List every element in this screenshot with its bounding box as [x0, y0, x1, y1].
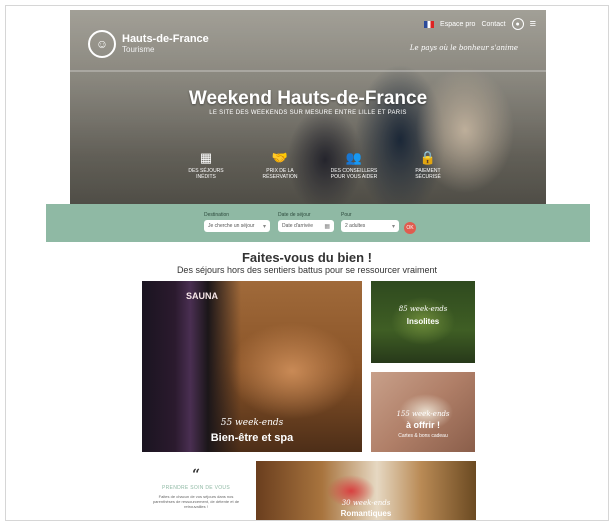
date-input[interactable]: Date d'arrivée ▦ — [278, 220, 334, 232]
section-title: Faites-vous du bien ! — [241, 250, 372, 265]
card-count: 155 week-ends — [396, 410, 450, 418]
feature-item: 🔒 PAIEMENT SÉCURISÉ — [402, 150, 454, 180]
brand-name: Hauts-de-France — [122, 33, 209, 45]
page-frame: ☺ Hauts-de-France Tourisme Espace pro Co… — [5, 5, 609, 521]
card-title: Romantiques — [340, 509, 392, 518]
advisors-icon: 👥 — [345, 150, 363, 165]
quote-text: Faites de chacun de vos séjours dans nos… — [152, 494, 240, 509]
feature-item: ▦ DES SÉJOURS INÉDITS — [180, 150, 232, 180]
card-title: à offrir ! — [405, 420, 440, 430]
section-subtitle: Des séjours hors des sentiers battus pou… — [176, 265, 438, 275]
card-count: 85 week-ends — [398, 305, 448, 313]
search-bar: Destination Je cherche un séjour ▾ Date d… — [46, 204, 590, 242]
feature-item: 👥 DES CONSEILLERS POUR VOUS AIDER — [328, 150, 380, 180]
hero-banner: ☺ Hauts-de-France Tourisme Espace pro Co… — [70, 10, 546, 206]
calendar-icon: ▦ — [199, 150, 213, 165]
card-insolites[interactable]: 85 week-ends Insolites — [371, 281, 475, 363]
card-title: Bien-être et spa — [210, 432, 294, 444]
hero-features: ▦ DES SÉJOURS INÉDITS 🤝 PRIX DE LA RÉSER… — [180, 150, 454, 180]
hero-title: Weekend Hauts-de-France — [188, 88, 428, 109]
chevron-down-icon: ▾ — [262, 223, 266, 230]
hero-subtitle: LE SITE DES WEEKENDS SUR MESURE ENTRE LI… — [209, 110, 407, 116]
menu-icon[interactable]: ≡ — [530, 18, 536, 30]
logo-icon: ☺ — [88, 30, 116, 58]
flag-icon[interactable] — [424, 20, 435, 28]
lock-icon: 🔒 — [419, 150, 437, 165]
hero-tagline: Le pays où le bonheur s'anime — [409, 44, 518, 52]
handshake-icon: 🤝 — [271, 150, 289, 165]
card-wellness-spa[interactable]: SAUNA 55 week-ends Bien-être et spa — [142, 281, 362, 452]
card-count: 30 week-ends — [341, 499, 391, 507]
account-icon[interactable]: ● — [511, 18, 524, 30]
pro-link[interactable]: Espace pro — [440, 21, 475, 28]
chevron-down-icon: ▾ — [391, 223, 395, 230]
card-romantic[interactable]: 30 week-ends Romantiques — [256, 461, 476, 520]
top-bar: Espace pro Contact ● ≡ — [424, 18, 536, 30]
sauna-sign: SAUNA — [186, 291, 219, 301]
search-button[interactable]: OK — [404, 222, 416, 234]
destination-field: Destination Je cherche un séjour ▾ — [204, 212, 270, 232]
quote-block: “ PRENDRE SOIN DE VOUS Faites de chacun … — [142, 461, 250, 520]
brand-sub: Tourisme — [122, 45, 155, 54]
card-subtitle: Cartes & bons cadeau — [398, 433, 448, 439]
quote-heading: PRENDRE SOIN DE VOUS — [162, 485, 230, 491]
guests-field: Pour 2 adultes ▾ — [341, 212, 399, 232]
card-gift[interactable]: 155 week-ends à offrir ! Cartes & bons c… — [371, 372, 475, 452]
site-logo[interactable]: ☺ Hauts-de-France Tourisme — [88, 30, 209, 58]
feature-item: 🤝 PRIX DE LA RÉSERVATION — [254, 150, 306, 180]
card-count: 55 week-ends — [220, 418, 284, 428]
contact-link[interactable]: Contact — [481, 21, 505, 28]
card-title: Insolites — [406, 317, 440, 326]
calendar-icon: ▦ — [324, 223, 330, 230]
quote-icon: “ — [191, 467, 201, 483]
date-field: Date de séjour Date d'arrivée ▦ — [278, 212, 334, 232]
guests-select[interactable]: 2 adultes ▾ — [341, 220, 399, 232]
destination-select[interactable]: Je cherche un séjour ▾ — [204, 220, 270, 232]
